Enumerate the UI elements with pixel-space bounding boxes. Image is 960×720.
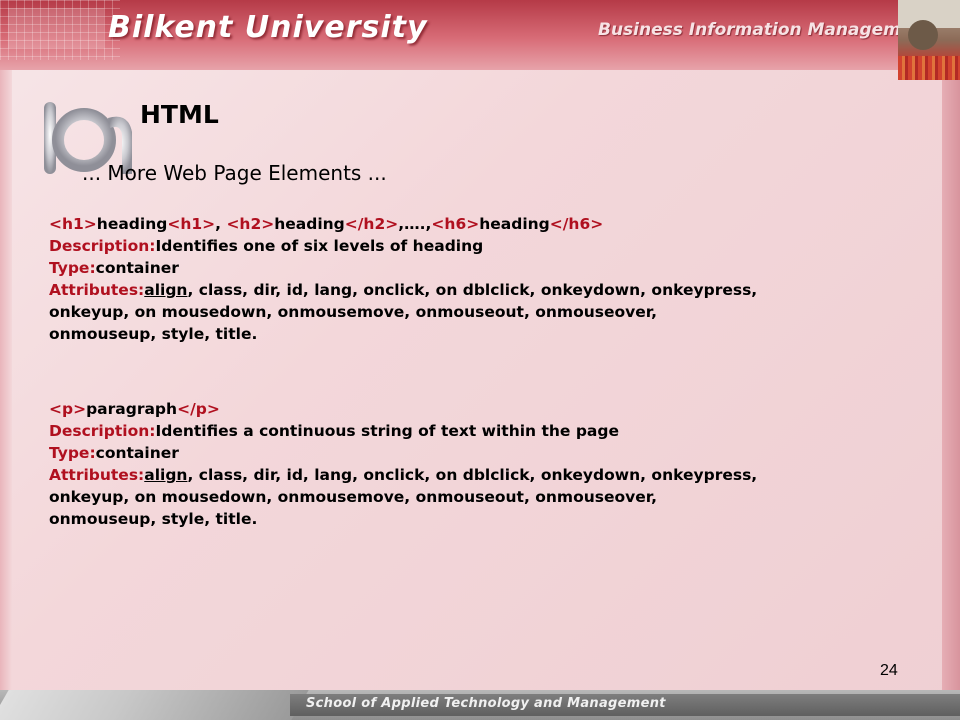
- attributes-line-2: onkeyup, on mousedown, onmousemove, onmo…: [49, 303, 658, 321]
- tag: </p>: [177, 400, 220, 418]
- separator: ,….,: [398, 215, 432, 233]
- type-text: container: [95, 444, 179, 462]
- department-title: Business Information Management: [598, 20, 933, 40]
- slide: Bilkent University Business Information …: [0, 0, 960, 720]
- paragraph-tag-line: <p>paragraph</p>: [49, 398, 929, 420]
- attributes-text: , class, dir, id, lang, onclick, on dblc…: [187, 466, 758, 484]
- description-text: Identifies a continuous string of text w…: [155, 422, 619, 440]
- right-edge-decoration: [942, 80, 960, 690]
- school-name: School of Applied Technology and Managem…: [306, 696, 666, 711]
- header-banner: Bilkent University Business Information …: [0, 0, 960, 70]
- tag-word: heading: [479, 215, 550, 233]
- type-label: Type:: [49, 259, 96, 277]
- attributes-line: Attributes:align, class, dir, id, lang, …: [49, 279, 929, 301]
- attributes-line-3: onmouseup, style, title.: [49, 325, 258, 343]
- tag: <h2>: [226, 215, 275, 233]
- tag: <h6>: [431, 215, 480, 233]
- left-edge-decoration: [0, 70, 12, 690]
- slide-title: HTML: [140, 100, 219, 129]
- tag-word: heading: [96, 215, 168, 233]
- tag: <p>: [49, 400, 87, 418]
- separator: ,: [215, 215, 227, 233]
- description-text: Identifies one of six levels of heading: [155, 237, 484, 255]
- header-block-decoration: [8, 8, 104, 48]
- tag: <h1>: [49, 215, 97, 233]
- paragraph-element-section: <p>paragraph</p> Description:Identifies …: [49, 398, 929, 530]
- attributes-line-2: onkeyup, on mousedown, onmousemove, onmo…: [49, 488, 658, 506]
- photo-tree: [908, 20, 938, 50]
- description-line: Description:Identifies a continuous stri…: [49, 420, 929, 442]
- type-text: container: [95, 259, 179, 277]
- heading-element-section: <h1>heading<h1>, <h2>heading</h2>,….,<h6…: [49, 213, 929, 345]
- type-line: Type:container: [49, 257, 929, 279]
- campus-photo: [898, 0, 960, 80]
- tag: </h2>: [344, 215, 399, 233]
- tag-word: heading: [274, 215, 345, 233]
- tag: </h6>: [549, 215, 604, 233]
- photo-flowers: [898, 56, 960, 80]
- type-line: Type:container: [49, 442, 929, 464]
- attribute-align-link[interactable]: align: [144, 466, 187, 484]
- heading-tag-line: <h1>heading<h1>, <h2>heading</h2>,….,<h6…: [49, 213, 929, 235]
- tag: <h1>: [167, 215, 216, 233]
- university-title: Bilkent University: [108, 10, 428, 45]
- slide-subtitle: ... More Web Page Elements ...: [82, 161, 387, 185]
- attribute-align-link[interactable]: align: [144, 281, 187, 299]
- attributes-line: Attributes:align, class, dir, id, lang, …: [49, 464, 929, 486]
- tag-word: paragraph: [86, 400, 178, 418]
- attributes-label: Attributes:: [49, 281, 145, 299]
- footer-streak-decoration: [0, 690, 309, 720]
- attributes-text: , class, dir, id, lang, onclick, on dblc…: [187, 281, 758, 299]
- attributes-label: Attributes:: [49, 466, 145, 484]
- type-label: Type:: [49, 444, 96, 462]
- footer-banner: School of Applied Technology and Managem…: [0, 690, 960, 720]
- attributes-line-3: onmouseup, style, title.: [49, 510, 258, 528]
- description-label: Description:: [49, 422, 156, 440]
- description-line: Description:Identifies one of six levels…: [49, 235, 929, 257]
- page-number: 24: [880, 662, 898, 679]
- description-label: Description:: [49, 237, 156, 255]
